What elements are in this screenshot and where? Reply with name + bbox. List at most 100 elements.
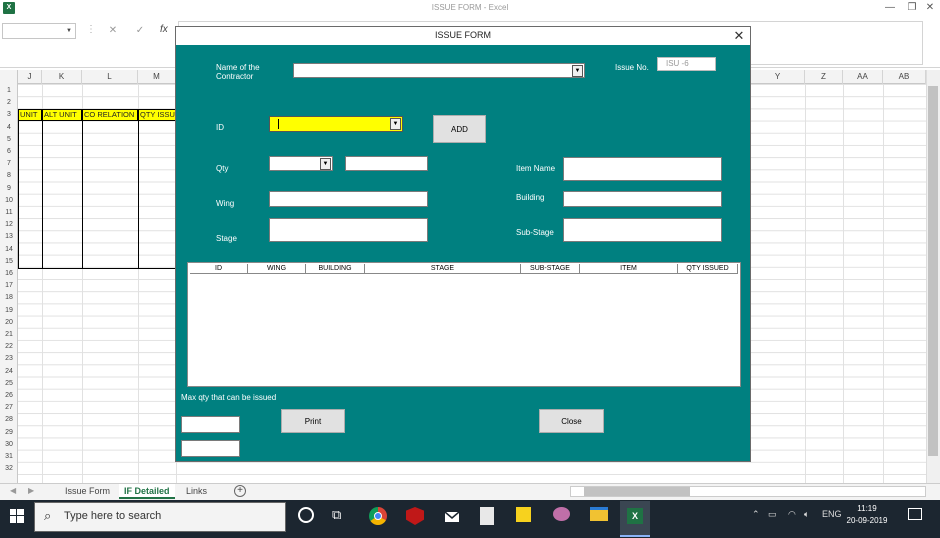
row-header[interactable]: 4 bbox=[0, 122, 18, 134]
cancel-formula-button[interactable]: ✕ bbox=[106, 24, 120, 38]
row-header[interactable]: 5 bbox=[0, 134, 18, 146]
minimize-button[interactable]: — bbox=[880, 1, 900, 15]
row-header[interactable]: 6 bbox=[0, 146, 18, 158]
sheet-tab-issue-form[interactable]: Issue Form bbox=[60, 484, 115, 499]
column-header[interactable]: J bbox=[18, 70, 42, 84]
paint-icon[interactable] bbox=[553, 507, 570, 521]
row-header[interactable]: 13 bbox=[0, 231, 18, 243]
row-header[interactable]: 14 bbox=[0, 244, 18, 256]
chevron-down-icon[interactable]: ▼ bbox=[64, 25, 74, 37]
row-header[interactable]: 18 bbox=[0, 292, 18, 304]
sheet-header-cell[interactable]: QTY ISSU bbox=[138, 109, 176, 121]
row-header[interactable]: 7 bbox=[0, 158, 18, 170]
dialog-close-icon[interactable]: ✕ bbox=[730, 27, 748, 45]
substage-field[interactable] bbox=[563, 218, 722, 242]
mail-icon[interactable] bbox=[443, 507, 461, 525]
calculator-icon[interactable] bbox=[480, 507, 494, 525]
row-header[interactable]: 31 bbox=[0, 451, 18, 463]
dialog-title: ISSUE FORM bbox=[434, 30, 491, 40]
enter-formula-button[interactable]: ✓ bbox=[133, 24, 147, 38]
notification-icon[interactable] bbox=[908, 508, 922, 520]
row-header[interactable]: 25 bbox=[0, 378, 18, 390]
row-header[interactable]: 12 bbox=[0, 219, 18, 231]
substage-label: Sub-Stage bbox=[516, 228, 554, 237]
row-header[interactable]: 3 bbox=[0, 109, 18, 121]
select-all-corner[interactable] bbox=[0, 70, 18, 84]
chevron-down-icon[interactable]: ▼ bbox=[572, 65, 583, 77]
issued-items-listbox[interactable] bbox=[187, 262, 741, 387]
battery-icon[interactable]: ▭ bbox=[768, 509, 777, 520]
row-header[interactable]: 19 bbox=[0, 305, 18, 317]
close-button[interactable]: Close bbox=[539, 409, 604, 433]
language-indicator[interactable]: ENG bbox=[822, 509, 842, 519]
row-header[interactable]: 28 bbox=[0, 414, 18, 426]
sheet-header-cell[interactable]: ALT UNIT bbox=[42, 109, 82, 121]
scroll-tabs-right-icon[interactable]: ▶ bbox=[28, 486, 34, 495]
more-icon: ⋮ bbox=[86, 24, 96, 35]
insert-function-button[interactable]: fx bbox=[160, 24, 168, 35]
chevron-down-icon[interactable]: ▼ bbox=[390, 118, 401, 130]
row-header[interactable]: 26 bbox=[0, 390, 18, 402]
column-header[interactable]: AB bbox=[883, 70, 926, 84]
row-header[interactable]: 15 bbox=[0, 256, 18, 268]
add-sheet-button[interactable]: + bbox=[234, 485, 246, 497]
max-qty-field[interactable] bbox=[181, 416, 240, 433]
row-header[interactable]: 22 bbox=[0, 341, 18, 353]
row-header[interactable]: 24 bbox=[0, 366, 18, 378]
add-button[interactable]: ADD bbox=[433, 115, 486, 143]
print-button[interactable]: Print bbox=[281, 409, 345, 433]
column-header[interactable]: Y bbox=[751, 70, 805, 84]
row-header[interactable]: 20 bbox=[0, 317, 18, 329]
sticky-notes-icon[interactable] bbox=[516, 507, 531, 522]
building-field[interactable] bbox=[563, 191, 722, 207]
cortana-icon[interactable] bbox=[298, 507, 314, 523]
wifi-icon[interactable]: ◠ bbox=[788, 509, 796, 520]
row-header[interactable]: 10 bbox=[0, 195, 18, 207]
row-header[interactable]: 23 bbox=[0, 353, 18, 365]
id-combobox[interactable] bbox=[269, 116, 403, 132]
list-column-header: SUB-STAGE bbox=[521, 264, 580, 274]
chevron-down-icon[interactable]: ▼ bbox=[320, 158, 331, 170]
sheet-tab-if-detailed[interactable]: IF Detailed bbox=[119, 484, 175, 499]
windows-start-icon[interactable] bbox=[10, 509, 24, 523]
row-header[interactable]: 17 bbox=[0, 280, 18, 292]
column-header[interactable]: M bbox=[138, 70, 176, 84]
row-header[interactable]: 11 bbox=[0, 207, 18, 219]
task-view-icon[interactable]: ⧉ bbox=[332, 507, 341, 523]
sheet-header-cell[interactable]: CO RELATION bbox=[82, 109, 138, 121]
secondary-qty-field[interactable] bbox=[181, 440, 240, 457]
column-header[interactable]: AA bbox=[843, 70, 883, 84]
horizontal-scroll-thumb[interactable] bbox=[584, 487, 690, 496]
vertical-scroll-thumb[interactable] bbox=[928, 86, 938, 456]
column-header[interactable]: Z bbox=[805, 70, 843, 84]
row-header[interactable]: 30 bbox=[0, 439, 18, 451]
window-close-button[interactable]: ✕ bbox=[920, 1, 940, 15]
stage-field[interactable] bbox=[269, 218, 428, 242]
row-header[interactable]: 16 bbox=[0, 268, 18, 280]
qty-input[interactable] bbox=[345, 156, 428, 171]
row-header[interactable]: 2 bbox=[0, 97, 18, 109]
sheet-tab-links[interactable]: Links bbox=[181, 484, 212, 499]
row-header[interactable]: 1 bbox=[0, 85, 18, 97]
row-header[interactable]: 27 bbox=[0, 402, 18, 414]
file-explorer-icon[interactable] bbox=[590, 507, 608, 521]
issue-no-label: Issue No. bbox=[615, 63, 649, 72]
row-header[interactable]: 8 bbox=[0, 170, 18, 182]
row-header[interactable]: 32 bbox=[0, 463, 18, 475]
scroll-tabs-left-icon[interactable]: ◀ bbox=[10, 486, 16, 495]
chrome-icon[interactable] bbox=[369, 507, 387, 525]
taskbar-clock[interactable]: 11:19 20-09-2019 bbox=[846, 503, 888, 527]
chevron-up-icon[interactable]: ⌃ bbox=[752, 509, 760, 520]
volume-icon[interactable]: 🔈︎ bbox=[804, 509, 809, 520]
item-name-field[interactable] bbox=[563, 157, 722, 181]
sheet-header-cell[interactable]: UNIT bbox=[18, 109, 42, 121]
row-header[interactable]: 9 bbox=[0, 183, 18, 195]
row-header[interactable]: 21 bbox=[0, 329, 18, 341]
column-header[interactable]: L bbox=[82, 70, 138, 84]
contractor-combobox[interactable] bbox=[293, 63, 585, 78]
wing-field[interactable] bbox=[269, 191, 428, 207]
column-header[interactable]: K bbox=[42, 70, 82, 84]
stage-label: Stage bbox=[216, 234, 237, 243]
restore-button[interactable]: ❐ bbox=[902, 1, 922, 15]
row-header[interactable]: 29 bbox=[0, 427, 18, 439]
